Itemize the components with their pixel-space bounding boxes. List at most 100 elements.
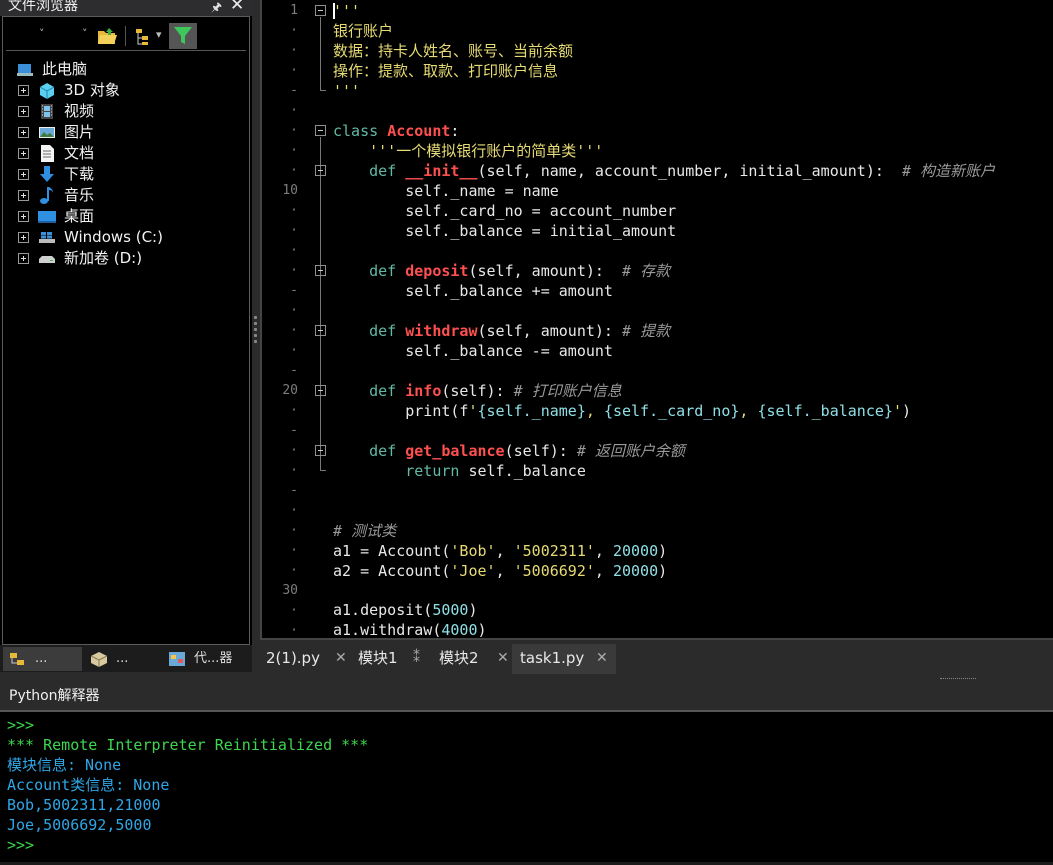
toolbar-separator [125,26,126,46]
windows-drive-icon [38,229,56,246]
line-marker: · [290,103,298,118]
filter-icon[interactable] [169,23,197,49]
file-browser-toolbar: ˅ ˅ ▾ [6,21,246,51]
code-line: return self._balance [405,462,586,480]
line-marker: - [290,83,298,98]
tab-task1-py[interactable]: task1.py ✕ [512,644,616,674]
desktop-icon [38,208,56,225]
computer-icon [16,61,34,78]
tab-label: 代...器 [194,651,233,666]
tab-project[interactable]: ... [84,647,160,671]
tab-2-1-py[interactable]: 2(1).py ✕ [264,644,354,674]
tree-item-label: 桌面 [64,207,95,225]
tree-item-label: 新加卷 (D:) [64,249,143,267]
expand-toggle-icon[interactable] [18,169,29,180]
code-line: def get_balance(self): # 返回账户余额 [369,442,685,460]
forward-dropdown-chevron-icon[interactable]: ˅ [82,27,88,40]
tab-label: 模块2 [439,649,479,667]
tab-close-icon[interactable]: ✕ [596,644,608,672]
tab-close-icon[interactable]: ⁑ [413,644,420,672]
line-marker: · [290,23,298,38]
code-line: print(f'{self._name}, {self._card_no}, {… [333,402,911,420]
line-marker: · [290,263,298,278]
tab-code-browser[interactable]: 代...器 [162,647,244,671]
file-tree-container: ˅ ˅ ▾ 此电脑 3D 对象 视频 图片 文档 下载 音乐 桌面 Window… [2,16,250,645]
fold-toggle-icon[interactable] [315,125,326,136]
tree-view-icon[interactable] [133,25,155,47]
expand-toggle-icon[interactable] [18,148,29,159]
download-arrow-icon [38,166,56,183]
code-line: 数据：持卡人姓名、账号、当前余额 [333,42,574,60]
tab-module1[interactable]: 模块1 ⁑ [356,644,434,674]
tab-module2[interactable]: 模块2 ✕ [437,644,517,674]
film-icon [38,103,56,120]
line-marker: · [290,403,298,418]
line-marker: · [290,623,298,638]
tab-close-icon[interactable]: ✕ [497,644,509,672]
tab-label: ... [35,651,48,666]
tree-item-label: 下载 [64,165,95,183]
console-line: Account类信息: None [7,776,170,794]
editor-tab-strip: 2(1).py ✕ 模块1 ⁑ 模块2 ✕ task1.py ✕ [260,642,1053,676]
python-interpreter-console[interactable]: >>> *** Remote Interpreter Reinitialized… [0,710,1053,862]
line-marker: 1 [290,3,298,18]
fold-toggle-icon[interactable] [315,5,326,16]
expand-toggle-icon[interactable] [18,211,29,222]
code-line: ''' [333,82,361,100]
line-marker: · [290,463,298,478]
line-marker: - [290,423,298,438]
expand-toggle-icon[interactable] [18,127,29,138]
code-line: 银行账户 [333,22,394,40]
line-marker: - [290,483,298,498]
tree-item-label: 3D 对象 [64,81,120,99]
fold-toggle-icon[interactable] [315,325,326,336]
code-editor[interactable]: 1 · · · - · · · · 10 · · · · - · · · - 2… [260,0,1053,640]
close-icon[interactable]: ✕ [230,0,244,15]
fold-toggle-icon[interactable] [315,165,326,176]
expand-toggle-icon[interactable] [18,85,29,96]
console-line: Bob,5002311,21000 [7,796,161,814]
expand-toggle-icon[interactable] [18,106,29,117]
open-folder-icon[interactable] [96,25,118,47]
tab-file-browser[interactable]: ... [3,647,82,671]
file-browser-titlebar: 文件浏览器 🖈 ✕ [0,0,252,16]
line-marker: 30 [282,583,298,598]
tab-label: 模块1 [358,649,398,667]
code-line: self._name = name [333,182,559,200]
picture-icon [38,124,56,141]
code-line: def deposit(self, amount): # 存款 [369,262,671,280]
code-browser-icon [168,651,186,667]
file-browser-tab-strip: ... ... 代...器 [0,645,252,672]
fold-toggle-icon[interactable] [315,385,326,396]
console-line: 模块信息: None [7,756,122,774]
expand-toggle-icon[interactable] [18,253,29,264]
tab-close-icon[interactable]: ✕ [335,644,347,672]
console-prompt[interactable]: >>> [7,835,34,855]
music-note-icon [38,187,56,204]
console-line: Joe,5006692,5000 [7,816,152,834]
line-marker: · [290,603,298,618]
vertical-splitter[interactable] [252,0,260,672]
code-line: class Account: [333,122,460,140]
back-dropdown-chevron-icon[interactable]: ˅ [39,27,45,40]
line-marker: · [290,163,298,178]
file-browser-panel: 文件浏览器 🖈 ✕ ˅ ˅ ▾ 此电脑 3D 对象 视频 图片 文档 下载 音乐… [0,0,252,672]
tree-item-label: 图片 [64,123,95,141]
tab-label: task1.py [520,649,585,667]
document-icon [38,145,56,162]
code-line: self._balance -= amount [333,342,613,360]
line-marker: · [290,343,298,358]
line-marker: · [290,223,298,238]
line-marker: · [290,443,298,458]
line-marker: - [290,283,298,298]
line-marker: · [290,243,298,258]
tree-view-dropdown-icon[interactable]: ▾ [156,28,162,41]
fold-toggle-icon[interactable] [315,445,326,456]
line-marker: · [290,63,298,78]
code-line: a1 = Account('Bob', '5002311', 20000) [333,542,668,560]
expand-toggle-icon[interactable] [18,232,29,243]
horizontal-splitter[interactable] [940,678,976,681]
fold-toggle-icon[interactable] [315,265,326,276]
tab-label: 2(1).py [266,649,320,667]
expand-toggle-icon[interactable] [18,190,29,201]
